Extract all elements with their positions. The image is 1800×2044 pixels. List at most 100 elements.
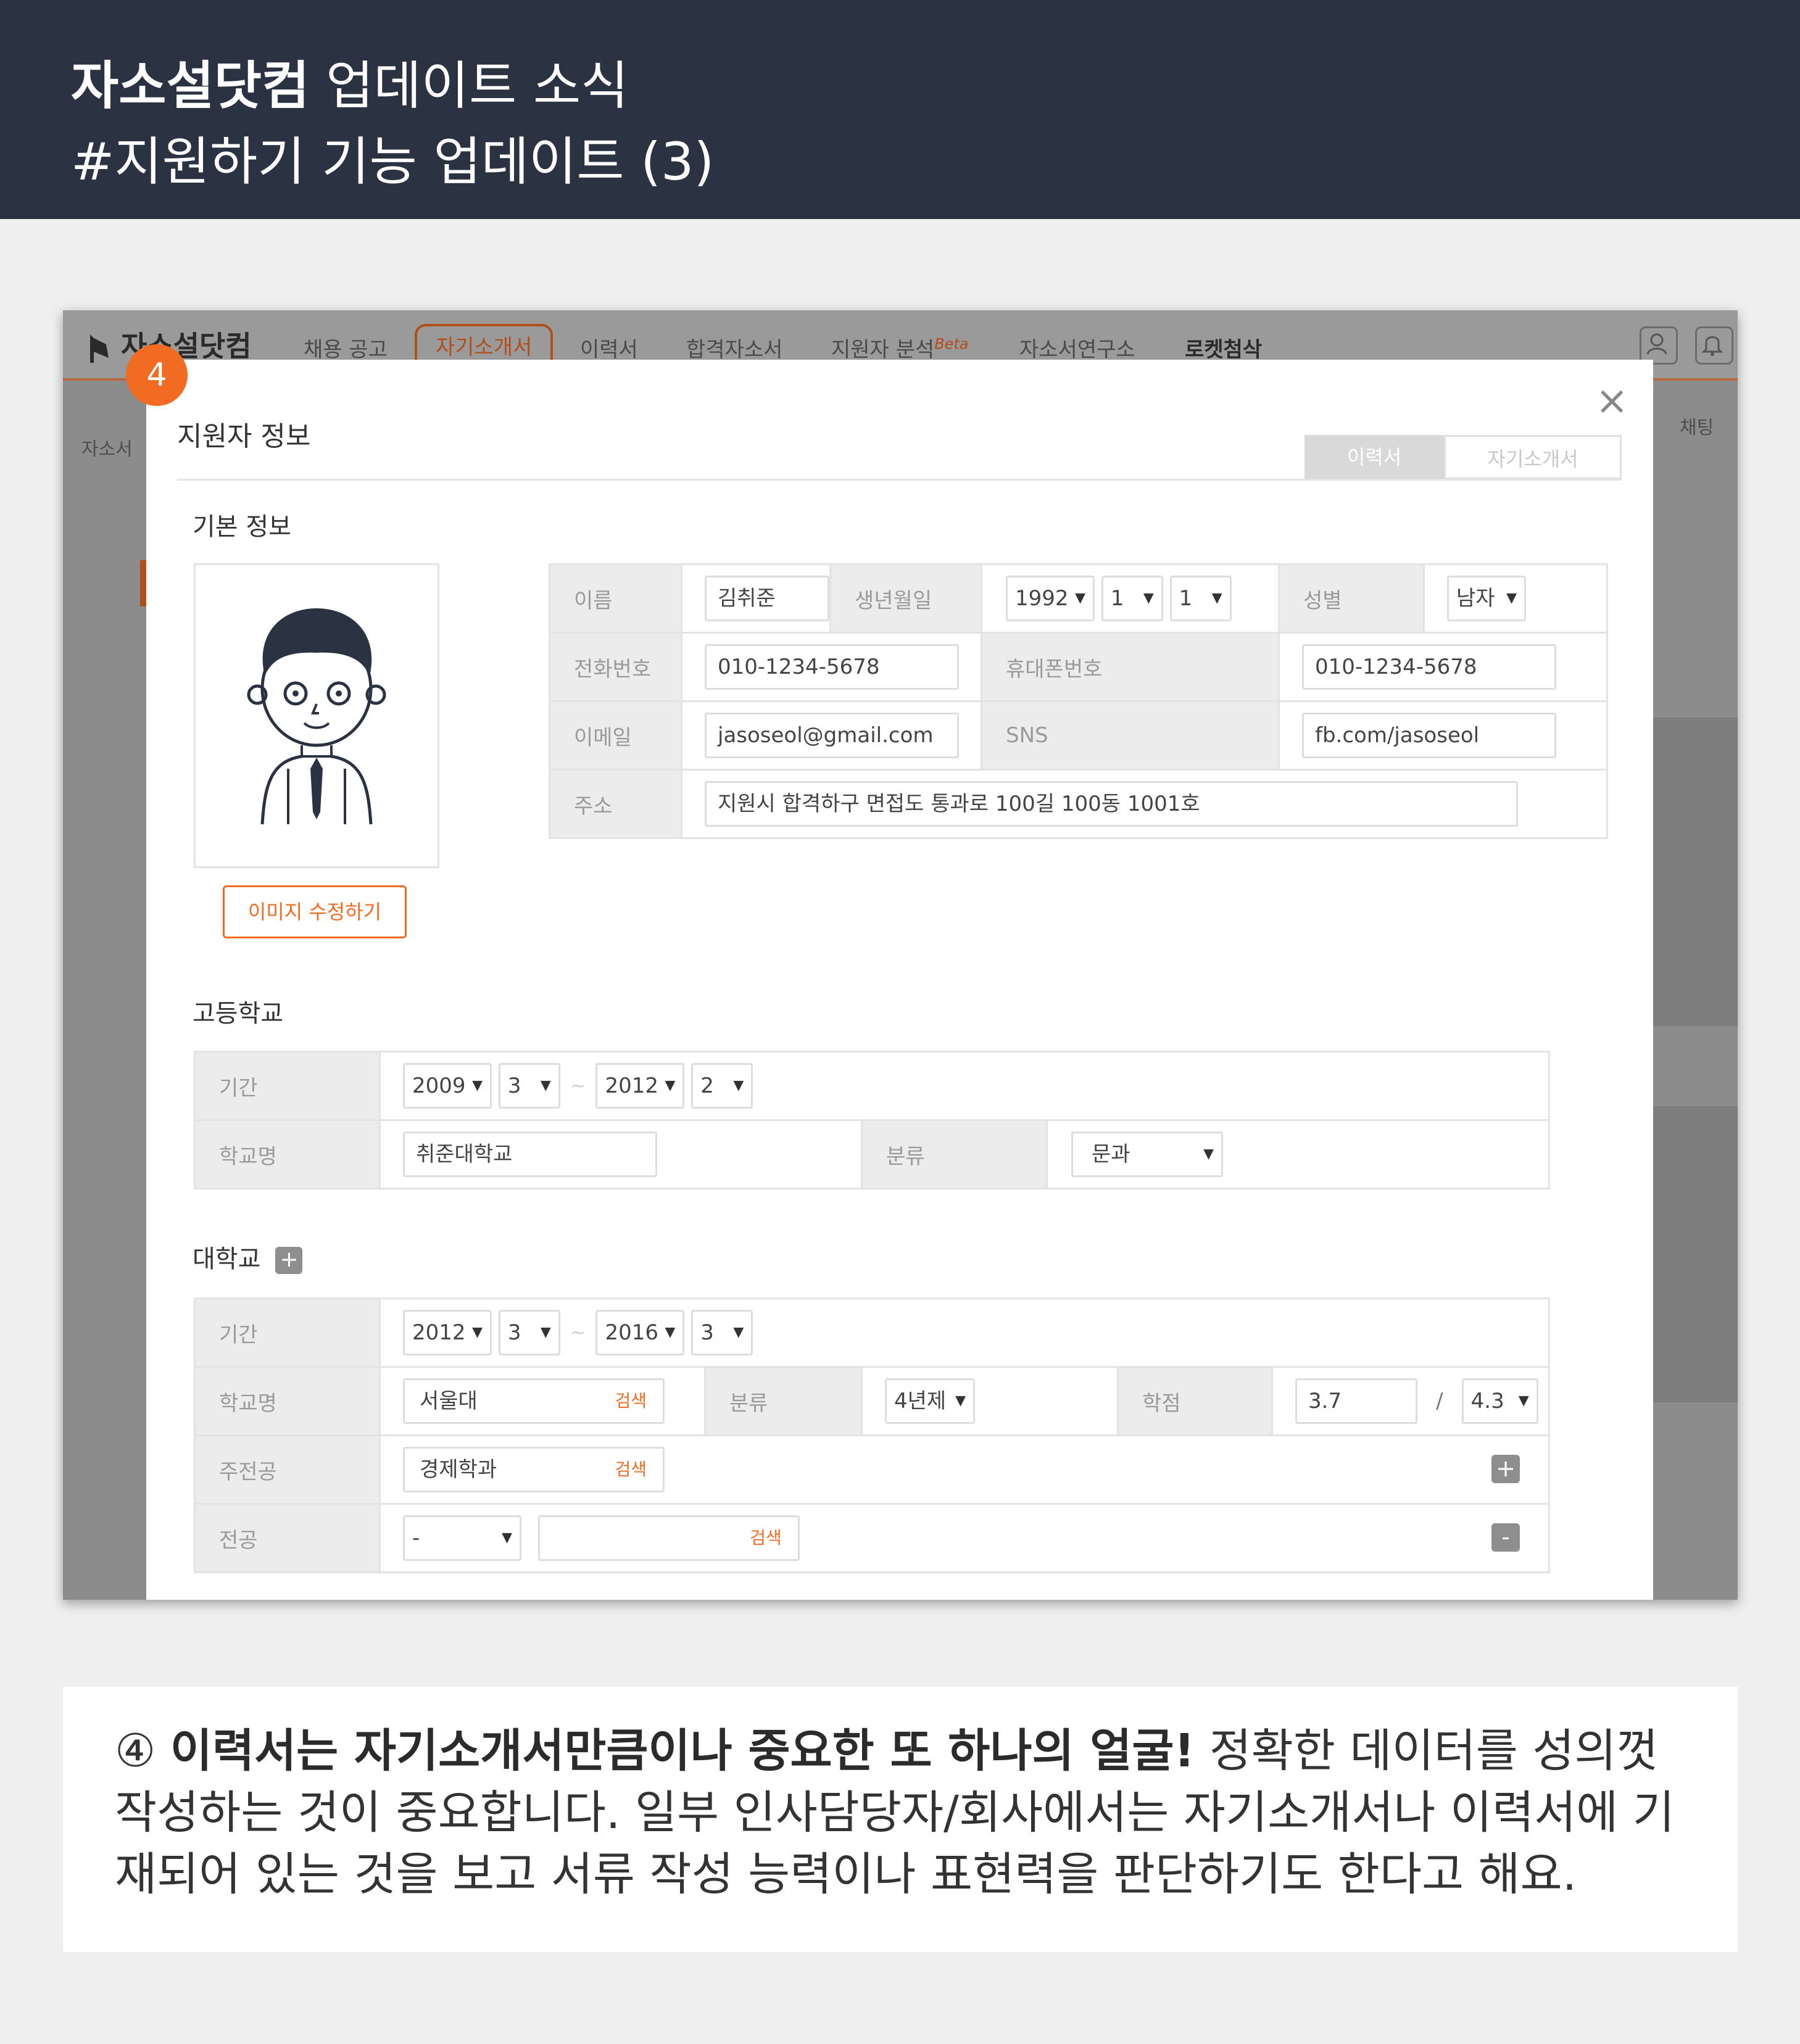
name-field[interactable]: 김취준 <box>705 576 829 621</box>
hs-start-month-select[interactable]: 3 ▼ <box>498 1063 560 1109</box>
label-sns: SNS <box>981 700 1280 771</box>
remove-major-button[interactable]: - <box>1491 1523 1520 1552</box>
section-university: 대학교 + <box>193 1239 303 1275</box>
hs-school-field[interactable]: 취준대학교 <box>403 1132 657 1177</box>
uni-start-month-select[interactable]: 3 ▼ <box>498 1310 560 1355</box>
chat-button[interactable]: 채팅 <box>1680 412 1714 439</box>
gpa-field[interactable]: 3.7 <box>1295 1378 1417 1424</box>
sns-cell: fb.com/jasoseol <box>1278 700 1608 771</box>
search-link[interactable]: 검색 <box>615 1449 647 1491</box>
birth-cell: 1992 ▼ 1 ▼ 1 ▼ <box>981 563 1280 634</box>
high-school-table: 기간 2009 ▼ 3 ▼ ~ 2012 ▼ 2 ▼ 학교명 취준대학교 분류 문과 ▼ <box>194 1051 1550 1190</box>
table-row: 기간 2012 ▼ 3 ▼ ~ 2016 ▼ 3 ▼ <box>194 1297 1550 1368</box>
gpa-separator: / <box>1436 1389 1443 1413</box>
search-link[interactable]: 검색 <box>615 1380 647 1422</box>
table-row: 이메일 jasoseol@gmail.com SNS fb.com/jasose… <box>549 700 1608 771</box>
label-hs-type: 분류 <box>861 1119 1048 1190</box>
nav-rocket-review[interactable]: 로켓첨삭 <box>1185 333 1262 363</box>
minor-cell: - ▼ 검색 - <box>379 1503 1550 1573</box>
hs-end-year-select[interactable]: 2012 ▼ <box>595 1063 685 1109</box>
birth-month-select[interactable]: 1 ▼ <box>1101 576 1163 621</box>
nav-jobs[interactable]: 채용 공고 <box>304 333 388 363</box>
label-uni-major: 주전공 <box>194 1434 381 1505</box>
bell-icon[interactable] <box>1695 326 1733 365</box>
email-field[interactable]: jasoseol@gmail.com <box>705 713 959 758</box>
tilde: ~ <box>570 1075 586 1097</box>
tab-self-intro[interactable]: 자기소개서 <box>1444 435 1622 479</box>
avatar <box>247 608 386 825</box>
label-phone: 전화번호 <box>549 632 682 702</box>
section-high-school: 고등학교 <box>193 999 284 1028</box>
phone-field[interactable]: 010-1234-5678 <box>705 644 959 690</box>
major-cell: 경제학과 검색 + <box>379 1434 1550 1505</box>
uni-type-select[interactable]: 4년제 ▼ <box>885 1378 975 1424</box>
label-mobile: 휴대폰번호 <box>981 632 1280 702</box>
major-field[interactable]: 경제학과 검색 <box>403 1447 665 1492</box>
label-email: 이메일 <box>549 700 682 771</box>
gpa-max-select[interactable]: 4.3 ▼ <box>1461 1378 1538 1424</box>
birth-year-select[interactable]: 1992 ▼ <box>1006 576 1095 621</box>
sns-field[interactable]: fb.com/jasoseol <box>1302 713 1556 758</box>
table-row: 학교명 서울대 검색 분류 4년제 ▼ 학점 3.7 / 4.3 ▼ <box>194 1366 1550 1436</box>
add-university-button[interactable]: + <box>275 1247 303 1274</box>
label-hs-period: 기간 <box>194 1051 381 1121</box>
label-name: 이름 <box>549 563 682 634</box>
label-address: 주소 <box>549 769 682 839</box>
label-uni-school: 학교명 <box>194 1366 381 1436</box>
nav-passed-essays[interactable]: 합격자소서 <box>686 333 782 363</box>
side-accent <box>140 560 146 606</box>
uni-type-cell: 4년제 ▼ <box>861 1366 1119 1436</box>
modal-title: 지원자 정보 <box>177 421 311 452</box>
label-hs-school: 학교명 <box>194 1119 381 1190</box>
mobile-field[interactable]: 010-1234-5678 <box>1302 644 1556 690</box>
label-uni-minor: 전공 <box>194 1503 381 1573</box>
uni-end-month-select[interactable]: 3 ▼ <box>691 1310 753 1355</box>
name-cell: 김취준 <box>681 563 831 634</box>
address-field[interactable]: 지원시 합격하구 면접도 통과로 100길 100동 1001호 <box>705 781 1518 827</box>
label-uni-period: 기간 <box>194 1297 381 1368</box>
address-cell: 지원시 합격하구 면접도 통과로 100길 100동 1001호 <box>681 769 1608 839</box>
app-screenshot: 자소설닷컴 채용 공고 자기소개서 이력서 합격자소서 지원자 분석Beta 자… <box>63 310 1738 1600</box>
gender-select[interactable]: 남자 ▼ <box>1447 576 1527 621</box>
hs-period-cell: 2009 ▼ 3 ▼ ~ 2012 ▼ 2 ▼ <box>379 1051 1550 1121</box>
add-major-button[interactable]: + <box>1491 1455 1520 1483</box>
table-row: 주소 지원시 합격하구 면접도 통과로 100길 100동 1001호 <box>549 769 1608 839</box>
nav-essay-lab[interactable]: 자소서연구소 <box>1019 333 1135 363</box>
banner-title: 자소설닷컴 업데이트 소식 <box>71 56 629 116</box>
birth-day-select[interactable]: 1 ▼ <box>1169 576 1232 621</box>
hs-type-select[interactable]: 문과 ▼ <box>1071 1132 1223 1177</box>
hs-end-month-select[interactable]: 2 ▼ <box>691 1063 753 1109</box>
user-icon[interactable] <box>1640 326 1678 365</box>
minor-type-select[interactable]: - ▼ <box>403 1515 521 1561</box>
label-birth: 생년월일 <box>829 563 982 634</box>
side-menu-label[interactable]: 자소서 <box>81 434 133 461</box>
hs-start-year-select[interactable]: 2009 ▼ <box>403 1063 492 1109</box>
uni-start-year-select[interactable]: 2012 ▼ <box>403 1310 492 1355</box>
tab-resume[interactable]: 이력서 <box>1304 435 1444 479</box>
banner-subtitle: #지원하기 기능 업데이트 (3) <box>71 131 715 192</box>
modal-tabs: 이력서 자기소개서 <box>1304 435 1622 479</box>
label-uni-type: 분류 <box>704 1366 863 1436</box>
nav-applicant-analysis[interactable]: 지원자 분석Beta <box>831 333 969 363</box>
minor-field[interactable]: 검색 <box>537 1515 800 1561</box>
search-link[interactable]: 검색 <box>750 1517 782 1559</box>
edit-image-button[interactable]: 이미지 수정하기 <box>223 885 407 938</box>
university-table: 기간 2012 ▼ 3 ▼ ~ 2016 ▼ 3 ▼ 학교명 서울대 검색 분류 4년제 ▼… <box>194 1297 1550 1573</box>
uni-school-field[interactable]: 서울대 검색 <box>403 1378 665 1424</box>
nav-resume[interactable]: 이력서 <box>580 333 638 363</box>
uni-end-year-select[interactable]: 2016 ▼ <box>595 1310 685 1355</box>
tilde: ~ <box>570 1322 586 1344</box>
uni-school-cell: 서울대 검색 <box>379 1366 706 1436</box>
gender-cell: 남자 ▼ <box>1423 563 1608 634</box>
label-gender: 성별 <box>1277 563 1425 634</box>
gpa-cell: 3.7 / 4.3 ▼ <box>1271 1366 1550 1436</box>
table-row: 전화번호 010-1234-5678 휴대폰번호 010-1234-5678 <box>549 632 1608 702</box>
section-basic-info: 기본 정보 <box>193 513 291 541</box>
table-row: 학교명 취준대학교 분류 문과 ▼ <box>194 1119 1550 1190</box>
table-row: 이름 김취준 생년월일 1992 ▼ 1 ▼ 1 ▼ 성별 남자 ▼ <box>549 563 1608 634</box>
logo-flag-icon <box>90 334 109 363</box>
hs-school-cell: 취준대학교 <box>379 1119 863 1190</box>
mobile-cell: 010-1234-5678 <box>1278 632 1608 702</box>
bg-scroll-panel <box>1651 1106 1738 1402</box>
close-icon[interactable]: × <box>1595 378 1628 424</box>
